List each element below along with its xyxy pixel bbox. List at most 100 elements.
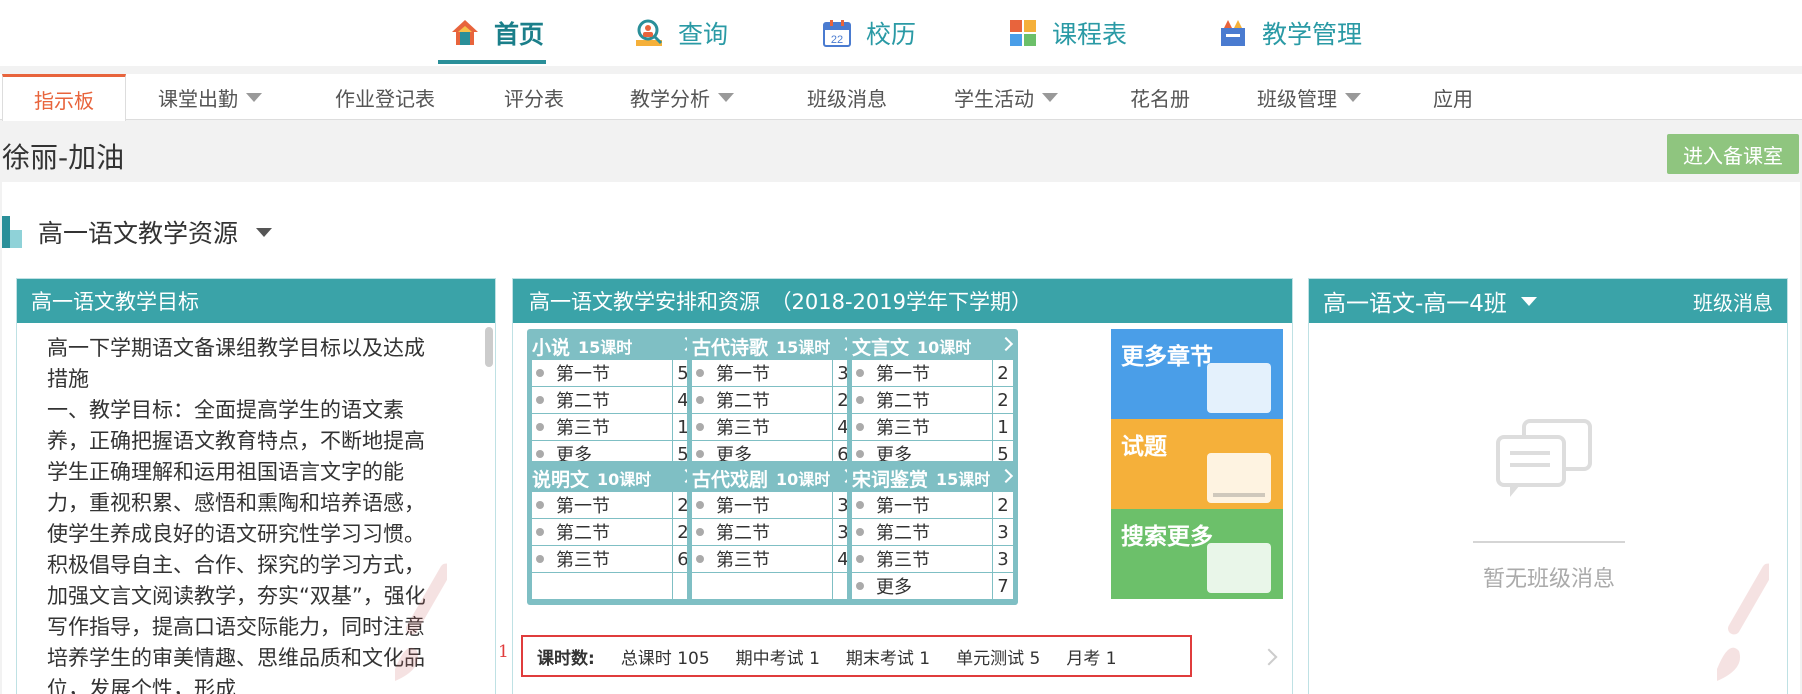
course-section-row[interactable]: 第一节 2 (532, 492, 693, 519)
course-section-row[interactable]: 更多 7 (852, 573, 1013, 600)
tile-search-more[interactable]: 搜索更多 (1111, 509, 1283, 599)
course-section-row[interactable]: 第三节 1 (852, 414, 1013, 441)
chevron-down-icon (246, 92, 262, 102)
chat-bubble-icon (1496, 419, 1592, 497)
class-messages-panel: 高一语文-高一4班 班级消息 暂无班级消息 (1308, 278, 1788, 694)
course-section-row[interactable]: 第二节 3 (852, 519, 1013, 546)
course-section-row[interactable]: 第二节 2 (852, 387, 1013, 414)
course-section-row[interactable]: 第二节 2 (692, 387, 853, 414)
tab-class-messages-label: 班级消息 (807, 86, 887, 111)
tab-homework[interactable]: 作业登记表 (335, 74, 435, 120)
course-card-header[interactable]: 古代诗歌 15课时 (692, 332, 854, 360)
tab-attendance[interactable]: 课堂出勤 (158, 74, 262, 120)
course-section-row[interactable]: 第三节 4 (692, 546, 853, 573)
tab-teaching-analysis[interactable]: 教学分析 (630, 74, 734, 120)
course-section-row[interactable]: 第二节 2 (532, 519, 693, 546)
chevron-down-icon (718, 92, 734, 102)
course-name: 宋词鉴赏 (852, 468, 929, 491)
course-section-row[interactable]: 第一节 2 (852, 360, 1013, 387)
enter-prep-room-button[interactable]: 进入备课室 (1667, 134, 1799, 174)
lesson-count-label: 课时数: (537, 648, 595, 669)
tab-apps[interactable]: 应用 (1433, 74, 1473, 120)
nav-calendar[interactable]: 22 校历 (822, 10, 916, 56)
section-count: 3 (997, 521, 1009, 543)
course-section-row[interactable]: 第一节 5 (532, 360, 693, 387)
paintbrush-watermark-icon (395, 563, 447, 681)
course-hours: 10课时 (917, 338, 972, 357)
section-name: 第三节 (692, 414, 833, 440)
tile-exam-questions-label: 试题 (1121, 434, 1167, 460)
course-section-row[interactable]: 第三节 1 (532, 414, 693, 441)
section-name: 第一节 (532, 360, 673, 386)
nav-teaching-management-label: 教学管理 (1262, 20, 1363, 49)
course-hours: 10课时 (597, 470, 652, 489)
tab-teaching-analysis-label: 教学分析 (630, 86, 710, 111)
paintbrush-watermark-icon (1717, 563, 1769, 681)
schedule-grid-icon (1008, 18, 1038, 48)
section-name: 第一节 (532, 492, 673, 518)
course-card-header[interactable]: 说明文 10课时 (532, 464, 694, 492)
course-card: 古代诗歌 15课时 第一节 3 第二节 2 第三节 4 更多 6 (687, 329, 858, 473)
course-card-header[interactable]: 古代戏剧 10课时 (692, 464, 854, 492)
tile-more-chapters[interactable]: 更多章节 (1111, 329, 1283, 419)
course-card-header[interactable]: 小说 15课时 (532, 332, 694, 360)
tab-dashboard[interactable]: 指示板 (2, 74, 126, 121)
course-section-row[interactable]: 第二节 3 (692, 519, 853, 546)
tab-roster[interactable]: 花名册 (1130, 74, 1190, 120)
section-name: 第三节 (532, 414, 673, 440)
nav-query-label: 查询 (678, 20, 729, 49)
tab-student-activities[interactable]: 学生活动 (954, 74, 1058, 120)
tile-exam-questions[interactable]: 试题 (1111, 419, 1283, 509)
tab-apps-label: 应用 (1433, 86, 1473, 111)
course-name: 古代诗歌 (692, 336, 769, 359)
course-section-row[interactable]: 第二节 4 (532, 387, 693, 414)
resource-selector[interactable]: 高一语文教学资源 (2, 212, 273, 252)
section-name (692, 573, 833, 599)
teaching-goals-scrollbar[interactable] (485, 327, 493, 367)
section-name (532, 573, 673, 599)
tab-dashboard-label: 指示板 (34, 88, 94, 113)
nav-teaching-management[interactable]: 教学管理 (1218, 10, 1362, 56)
tab-student-activities-label: 学生活动 (954, 86, 1034, 111)
open-book-icon (1207, 363, 1271, 413)
stat-final: 期末考试 1 (845, 648, 931, 669)
course-hours: 15课时 (578, 338, 633, 357)
nav-schedule[interactable]: 课程表 (1008, 10, 1127, 56)
annotation-index: 1 (498, 642, 509, 662)
section-name: 第一节 (852, 360, 993, 386)
tab-class-management[interactable]: 班级管理 (1257, 74, 1361, 120)
chevron-right-icon[interactable] (1260, 648, 1278, 666)
nav-query[interactable]: 查询 (634, 10, 728, 56)
chevron-down-icon (1042, 92, 1058, 102)
course-section-row[interactable]: 第三节 6 (532, 546, 693, 573)
section-name: 第一节 (692, 360, 833, 386)
course-card-header[interactable]: 宋词鉴赏 15课时 (852, 464, 1014, 492)
teaching-goals-title: 高一语文教学目标 (17, 279, 495, 323)
course-section-row[interactable]: 第三节 3 (852, 546, 1013, 573)
stat-midterm: 期中考试 1 (735, 648, 820, 669)
course-section-row[interactable]: 第一节 3 (692, 360, 853, 387)
nav-schedule-label: 课程表 (1052, 20, 1128, 49)
chevron-down-icon (1520, 296, 1537, 306)
section-name: 第三节 (532, 546, 673, 572)
title-row: 徐丽-加油 进入备课室 (0, 122, 1802, 180)
home-icon (450, 18, 480, 48)
nav-home[interactable]: 首页 (450, 10, 544, 56)
tab-grades[interactable]: 评分表 (504, 74, 564, 120)
calendar-icon-number: 22 (831, 34, 843, 46)
course-section-row[interactable]: 第一节 2 (852, 492, 1013, 519)
course-card-header[interactable]: 文言文 10课时 (852, 332, 1014, 360)
tab-class-messages[interactable]: 班级消息 (807, 74, 887, 120)
course-section-row[interactable]: 第一节 3 (692, 492, 853, 519)
section-name: 第三节 (852, 414, 993, 440)
course-card: 宋词鉴赏 15课时 第一节 2 第二节 3 第三节 3 更多 7 (847, 461, 1018, 605)
lesson-count-bar: 课时数: 总课时 105 期中考试 1 期末考试 1 单元测试 5 月考 1 (521, 635, 1192, 677)
course-section-row[interactable]: 第三节 4 (692, 414, 853, 441)
empty-divider (1473, 541, 1625, 543)
exam-paper-line (1213, 493, 1265, 497)
section-name: 更多 (852, 573, 993, 599)
class-selector[interactable]: 高一语文-高一4班 (1323, 284, 1537, 318)
course-hours: 10课时 (776, 470, 831, 489)
class-messages-link[interactable]: 班级消息 (1693, 287, 1773, 316)
chevron-right-icon (998, 336, 1014, 352)
